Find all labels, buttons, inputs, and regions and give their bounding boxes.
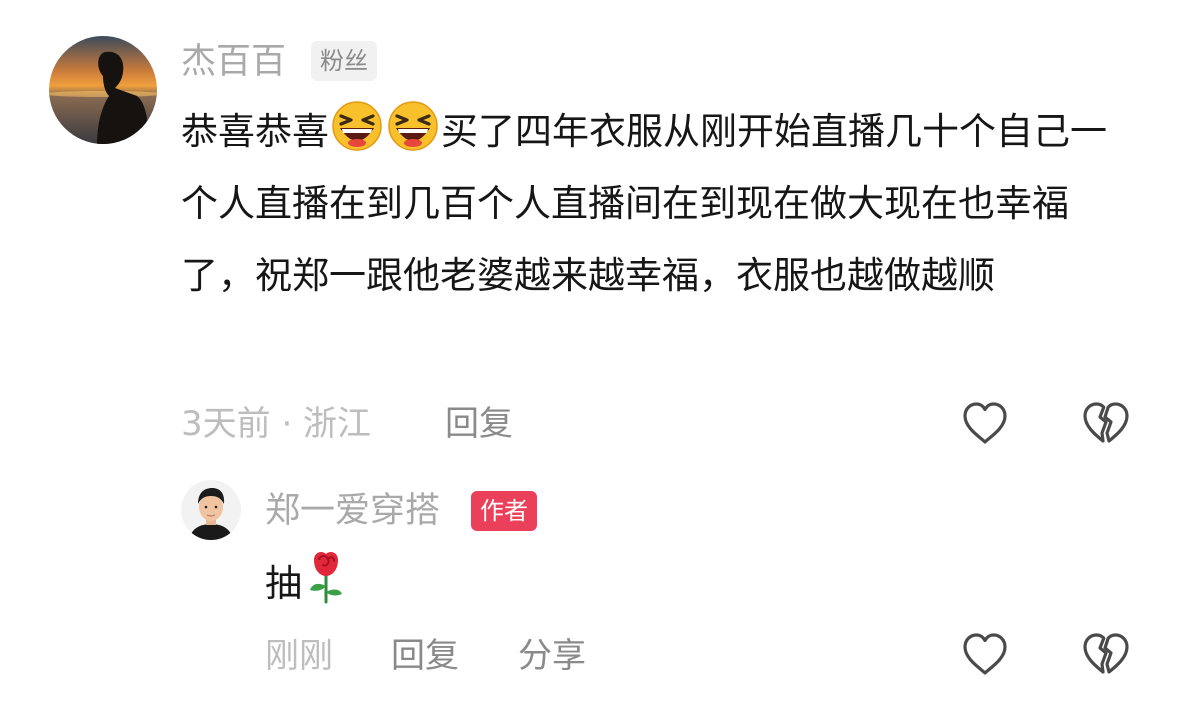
rose-emoji-icon [304,548,348,604]
comment-text-prefix: 恭喜恭喜 [181,110,329,153]
username[interactable]: 郑一爱穿搭 [265,487,440,535]
reply-text-body: 抽 [265,562,302,605]
timestamp: 刚刚 [265,636,333,676]
timestamp-location: 3天前 · 浙江 [181,404,372,444]
avatar[interactable] [181,480,241,540]
reply-button[interactable]: 回复 [391,633,459,679]
broken-heart-outline-icon[interactable] [1081,631,1131,677]
author-badge: 作者 [471,491,537,531]
avatar[interactable] [49,36,157,144]
comment-text: 恭喜恭喜 买了四年衣服从刚开始直播几十个自己一个人直播在到几百个人直播间在到现在… [181,96,1111,312]
username[interactable]: 杰百百 [181,38,286,86]
heart-outline-icon[interactable] [960,631,1010,677]
share-button[interactable]: 分享 [518,633,586,679]
heart-outline-icon[interactable] [960,400,1010,446]
reply-button[interactable]: 回复 [445,401,513,447]
reply-text: 抽 [265,548,565,620]
broken-heart-outline-icon[interactable] [1081,400,1131,446]
laughing-emoji-icon [387,100,439,152]
fan-badge: 粉丝 [311,41,377,81]
laughing-emoji-icon [331,100,383,152]
